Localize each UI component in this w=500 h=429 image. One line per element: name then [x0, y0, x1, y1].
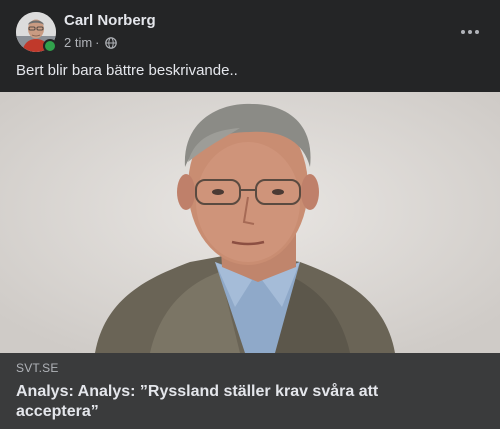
facebook-post: Carl Norberg 2 tim · Bert blir bara bätt…: [0, 0, 500, 429]
more-options-icon: [461, 30, 465, 34]
link-preview-image[interactable]: [0, 92, 500, 353]
portrait-image: [0, 92, 500, 353]
online-status-dot: [43, 39, 57, 53]
link-title[interactable]: Analys: Analys: ”Ryssland ställer krav s…: [16, 382, 456, 422]
post-timestamp[interactable]: 2 tim: [64, 35, 92, 50]
link-preview-info[interactable]: SVT.SE Analys: Analys: ”Ryssland ställer…: [0, 353, 500, 429]
author-avatar[interactable]: [16, 12, 57, 53]
more-options-button[interactable]: [452, 14, 488, 50]
author-name[interactable]: Carl Norberg: [64, 12, 156, 29]
globe-icon[interactable]: [104, 36, 117, 49]
post-meta: 2 tim ·: [64, 35, 117, 50]
post-text: Bert blir bara bättre beskrivande..: [16, 62, 238, 79]
link-domain: SVT.SE: [16, 361, 59, 375]
meta-separator: ·: [95, 35, 100, 50]
